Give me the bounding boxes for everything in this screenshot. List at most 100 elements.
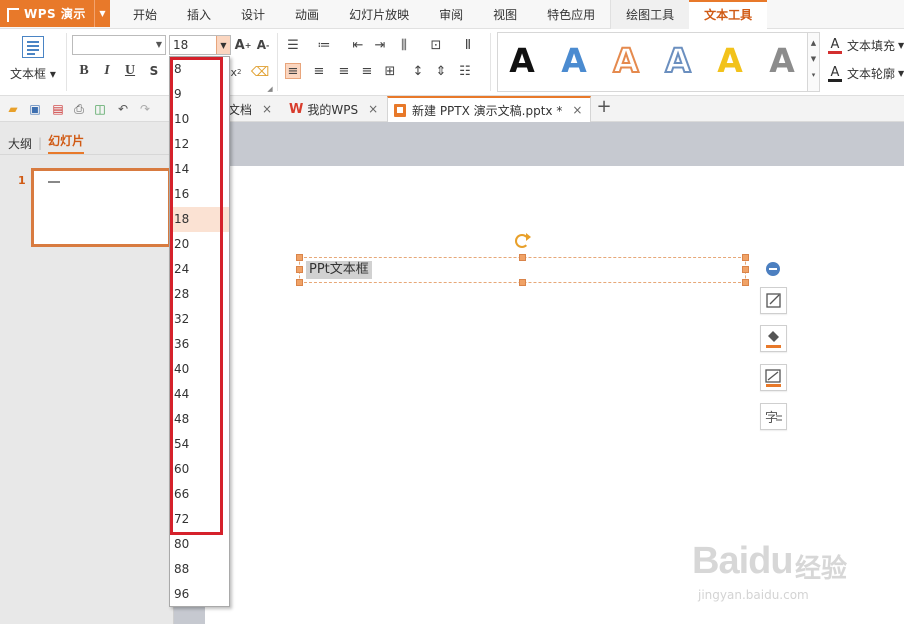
- text-format-button[interactable]: 字: [760, 403, 787, 430]
- gallery-scroll-button[interactable]: ▲ ▼ ▾: [808, 32, 820, 92]
- chevron-down-icon[interactable]: ▼: [94, 0, 110, 27]
- font-size-option[interactable]: 20: [170, 232, 229, 257]
- font-size-option[interactable]: 80: [170, 532, 229, 557]
- tab-8[interactable]: 绘图工具: [610, 0, 690, 29]
- art-style-3[interactable]: A: [606, 40, 646, 81]
- font-name-combo[interactable]: ▼: [72, 35, 166, 55]
- justify-icon[interactable]: ≡: [359, 63, 375, 79]
- strikethrough-button[interactable]: S: [146, 63, 162, 79]
- app-menu-button[interactable]: WPS 演示 ▼: [0, 0, 110, 27]
- paragraph-settings-icon[interactable]: ☷: [457, 63, 473, 79]
- shape-style-button[interactable]: [760, 287, 787, 314]
- font-size-option[interactable]: 18: [170, 207, 229, 232]
- font-size-option[interactable]: 60: [170, 457, 229, 482]
- text-fill-button[interactable]: A 文本填充 ▼: [827, 37, 904, 54]
- font-size-option[interactable]: 14: [170, 157, 229, 182]
- font-size-option[interactable]: 24: [170, 257, 229, 282]
- rotate-handle-icon[interactable]: [515, 233, 531, 248]
- tab-4[interactable]: 幻灯片放映: [334, 0, 424, 29]
- font-size-combo[interactable]: 18 ▼: [169, 35, 231, 55]
- tab-6[interactable]: 视图: [478, 0, 532, 29]
- resize-handle[interactable]: [296, 254, 303, 261]
- italic-button[interactable]: I: [99, 63, 115, 79]
- clear-format-icon[interactable]: ⌫: [251, 64, 269, 80]
- font-size-option[interactable]: 12: [170, 132, 229, 157]
- bold-button[interactable]: B: [76, 63, 92, 79]
- font-size-option[interactable]: 10: [170, 107, 229, 132]
- outline-button[interactable]: [760, 364, 787, 391]
- tab-3[interactable]: 动画: [280, 0, 334, 29]
- art-style-5[interactable]: A: [710, 41, 750, 81]
- resize-handle[interactable]: [742, 279, 749, 286]
- columns-icon[interactable]: Ⅱ: [460, 37, 476, 53]
- font-size-option[interactable]: 28: [170, 282, 229, 307]
- tab-9[interactable]: 文本工具: [689, 0, 768, 29]
- tab-0[interactable]: 开始: [118, 0, 172, 29]
- font-size-option[interactable]: 16: [170, 182, 229, 207]
- font-size-dropdown-arrow[interactable]: ▼: [216, 36, 230, 54]
- fill-button[interactable]: [760, 325, 787, 352]
- art-style-1[interactable]: A: [502, 41, 542, 81]
- redo-icon[interactable]: ↷: [137, 101, 153, 117]
- distribute-icon[interactable]: ⊞: [382, 63, 398, 79]
- resize-handle[interactable]: [519, 254, 526, 261]
- font-size-option[interactable]: 54: [170, 432, 229, 457]
- numbered-list-icon[interactable]: ≔: [316, 37, 332, 53]
- art-style-2[interactable]: A: [554, 41, 594, 81]
- increase-font-icon[interactable]: A +: [235, 37, 252, 53]
- close-icon[interactable]: ×: [572, 103, 582, 117]
- tab-outline[interactable]: 大纲: [8, 135, 32, 152]
- align-right-icon[interactable]: ≡: [336, 63, 352, 79]
- slide-thumbnail[interactable]: [31, 168, 171, 247]
- align-text-icon[interactable]: ⊡: [428, 37, 444, 53]
- font-size-option[interactable]: 88: [170, 557, 229, 582]
- close-icon[interactable]: ×: [262, 102, 272, 116]
- paragraph-spacing-icon[interactable]: ⇕: [433, 63, 449, 79]
- align-left-icon[interactable]: ≡: [285, 63, 301, 79]
- decrease-font-icon[interactable]: A-: [255, 37, 271, 53]
- text-outline-button[interactable]: A 文本轮廓 ▼: [827, 65, 904, 82]
- text-direction-icon[interactable]: ⫼: [396, 37, 412, 53]
- align-center-icon[interactable]: ≡: [311, 63, 327, 79]
- undo-icon[interactable]: ↶: [115, 101, 131, 117]
- collapse-icon[interactable]: [766, 262, 780, 276]
- open-folder-icon[interactable]: ▰: [5, 101, 21, 117]
- resize-handle[interactable]: [742, 266, 749, 273]
- subscript-icon[interactable]: x2: [228, 64, 244, 80]
- save-icon[interactable]: ▣: [27, 101, 43, 117]
- font-size-option[interactable]: 96: [170, 582, 229, 607]
- print-icon[interactable]: ⎙: [71, 101, 87, 117]
- font-size-option[interactable]: 9: [170, 82, 229, 107]
- font-size-option[interactable]: 40: [170, 357, 229, 382]
- resize-handle[interactable]: [519, 279, 526, 286]
- line-spacing-icon[interactable]: ↕: [410, 63, 426, 79]
- doc-tab-partial[interactable]: 文档 ×: [228, 96, 272, 122]
- font-size-option[interactable]: 36: [170, 332, 229, 357]
- font-size-option[interactable]: 66: [170, 482, 229, 507]
- resize-handle[interactable]: [742, 254, 749, 261]
- underline-button[interactable]: U: [122, 63, 138, 79]
- doc-tab-current[interactable]: 新建 PPTX 演示文稿.pptx * ×: [387, 96, 592, 122]
- decrease-indent-icon[interactable]: ⇤: [350, 37, 366, 53]
- font-size-option[interactable]: 44: [170, 382, 229, 407]
- bullet-list-icon[interactable]: ☰: [285, 37, 301, 53]
- resize-handle[interactable]: [296, 266, 303, 273]
- doc-tab-wps[interactable]: W 我的WPS ×: [289, 96, 378, 122]
- increase-indent-icon[interactable]: ⇥: [372, 37, 388, 53]
- font-size-option[interactable]: 48: [170, 407, 229, 432]
- tab-7[interactable]: 特色应用: [532, 0, 610, 29]
- font-size-option[interactable]: 8: [170, 57, 229, 82]
- tab-slides[interactable]: 幻灯片: [48, 132, 85, 154]
- close-icon[interactable]: ×: [368, 102, 378, 116]
- tab-1[interactable]: 插入: [172, 0, 226, 29]
- font-size-option[interactable]: 72: [170, 507, 229, 532]
- art-style-4[interactable]: A: [658, 40, 698, 81]
- text-box-content[interactable]: PPt文本框: [306, 261, 372, 279]
- print-preview-icon[interactable]: ◫: [92, 101, 108, 117]
- new-tab-icon[interactable]: +: [596, 98, 612, 116]
- resize-handle[interactable]: [296, 279, 303, 286]
- chevron-down-icon[interactable]: ▼: [156, 40, 162, 49]
- tab-2[interactable]: 设计: [226, 0, 280, 29]
- art-style-6[interactable]: A: [762, 41, 802, 81]
- export-pdf-icon[interactable]: ▤: [50, 101, 66, 117]
